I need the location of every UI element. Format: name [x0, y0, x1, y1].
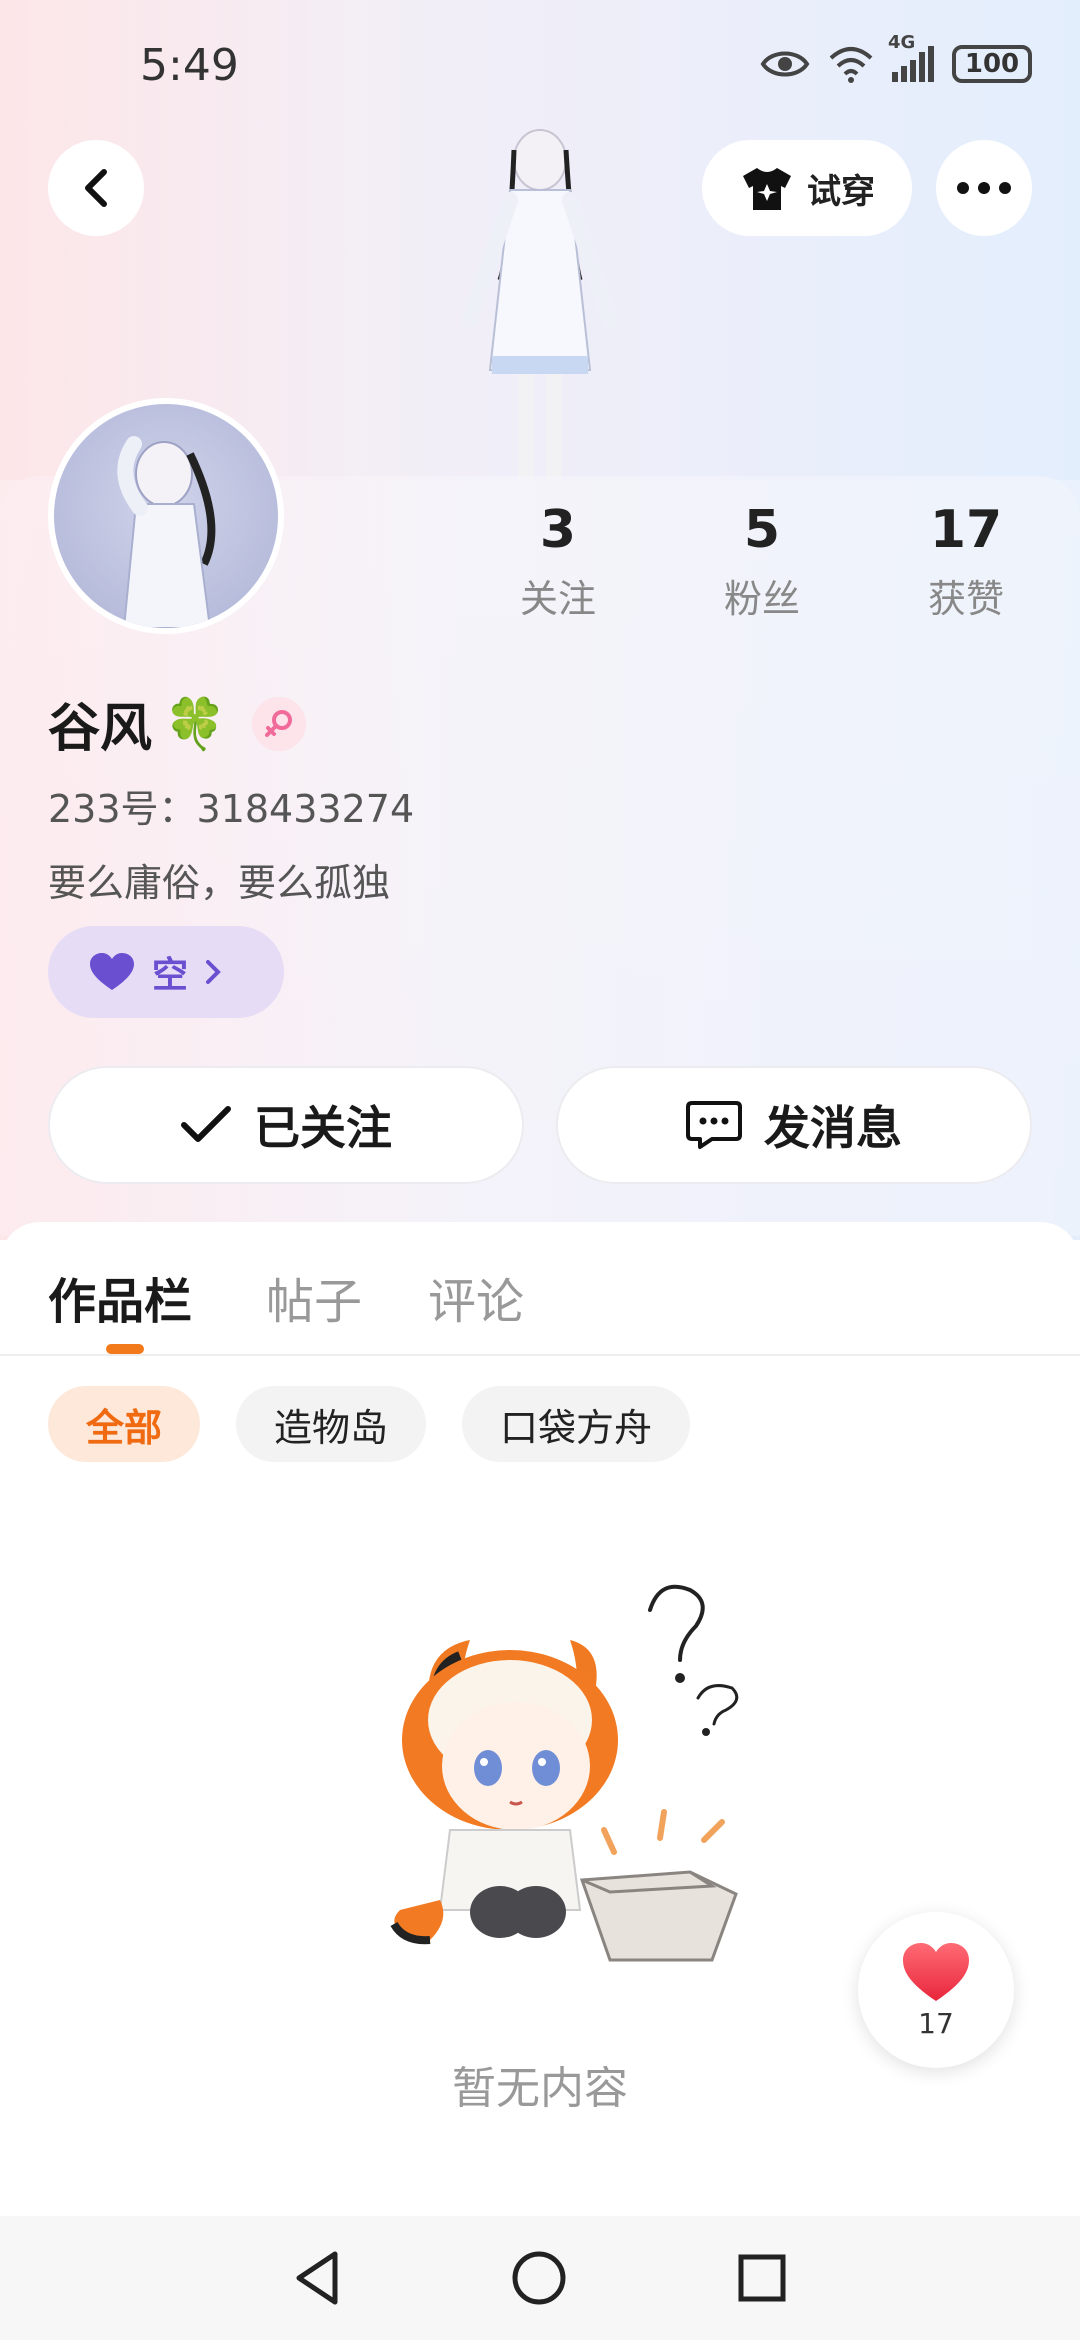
stat-label: 粉丝 [723, 577, 800, 621]
chevron-right-icon [206, 960, 221, 984]
followed-button[interactable]: 已关注 [48, 1066, 524, 1184]
chip-pocket-ark[interactable]: 口袋方舟 [462, 1386, 691, 1462]
try-on-label: 试穿 [807, 171, 875, 212]
followed-label: 已关注 [254, 1101, 392, 1155]
character-figure [462, 129, 618, 480]
clover-emoji: 🍀 [164, 694, 227, 753]
stat-followers[interactable]: 5 粉丝 [692, 500, 832, 623]
chat-bubble-icon [686, 1101, 742, 1149]
more-dots-icon [957, 182, 1011, 194]
avatar[interactable] [48, 398, 284, 634]
chip-creation-island[interactable]: 造物岛 [236, 1386, 427, 1462]
status-time: 5:49 [140, 40, 239, 91]
like-count: 17 [918, 2006, 954, 2040]
active-tab-indicator [106, 1344, 144, 1354]
content-tabs: 作品栏 帖子 评论 [0, 1222, 1080, 1356]
stat-value: 17 [929, 500, 1003, 560]
checkmark-icon [181, 1106, 231, 1142]
nav-back-icon[interactable] [293, 2250, 341, 2306]
nav-home-icon[interactable] [511, 2250, 567, 2306]
badge-label: 空 [152, 955, 189, 996]
stat-likes[interactable]: 17 获赞 [896, 500, 1036, 623]
network-type: 4G [888, 32, 916, 53]
user-id: 233号：318433274 [48, 787, 415, 831]
shirt-icon [743, 168, 791, 210]
tab-comments[interactable]: 评论 [428, 1262, 524, 1332]
battery-indicator: 100 [952, 45, 1032, 83]
back-button[interactable] [48, 140, 144, 236]
profile-bio: 要么庸俗，要么孤独 [48, 861, 391, 905]
filter-chips: 全部 造物岛 口袋方舟 [48, 1386, 691, 1462]
avatar-image [54, 404, 278, 628]
like-floating-button[interactable]: 17 [858, 1912, 1014, 2068]
send-message-label: 发消息 [764, 1101, 902, 1155]
send-message-button[interactable]: 发消息 [556, 1066, 1032, 1184]
chip-all[interactable]: 全部 [48, 1386, 201, 1462]
wifi-icon [829, 47, 873, 83]
stat-value: 5 [743, 500, 781, 560]
heart-icon [90, 953, 134, 990]
tab-posts[interactable]: 帖子 [266, 1262, 362, 1332]
profile-name: 谷风 [48, 699, 153, 759]
female-gender-icon [252, 696, 307, 751]
relationship-badge[interactable]: 空 [48, 926, 284, 1018]
empty-state-illustration [390, 1584, 739, 1962]
stat-following[interactable]: 3 关注 [488, 500, 628, 623]
eye-icon [760, 51, 810, 77]
status-icons: 4G 100 [760, 32, 1032, 84]
more-options-button[interactable] [936, 140, 1032, 236]
stat-label: 关注 [519, 577, 596, 621]
system-navigation-bar [0, 2216, 1080, 2340]
stat-label: 获赞 [927, 577, 1004, 621]
nav-recents-icon[interactable] [737, 2253, 787, 2303]
name-row: 谷风 🍀 [48, 686, 307, 761]
cellular-signal-icon: 4G [888, 32, 934, 82]
try-on-button[interactable]: 试穿 [702, 140, 912, 236]
chevron-left-icon [85, 169, 107, 207]
stat-value: 3 [539, 500, 577, 560]
tab-works[interactable]: 作品栏 [48, 1262, 192, 1332]
heart-icon [903, 1942, 969, 2001]
